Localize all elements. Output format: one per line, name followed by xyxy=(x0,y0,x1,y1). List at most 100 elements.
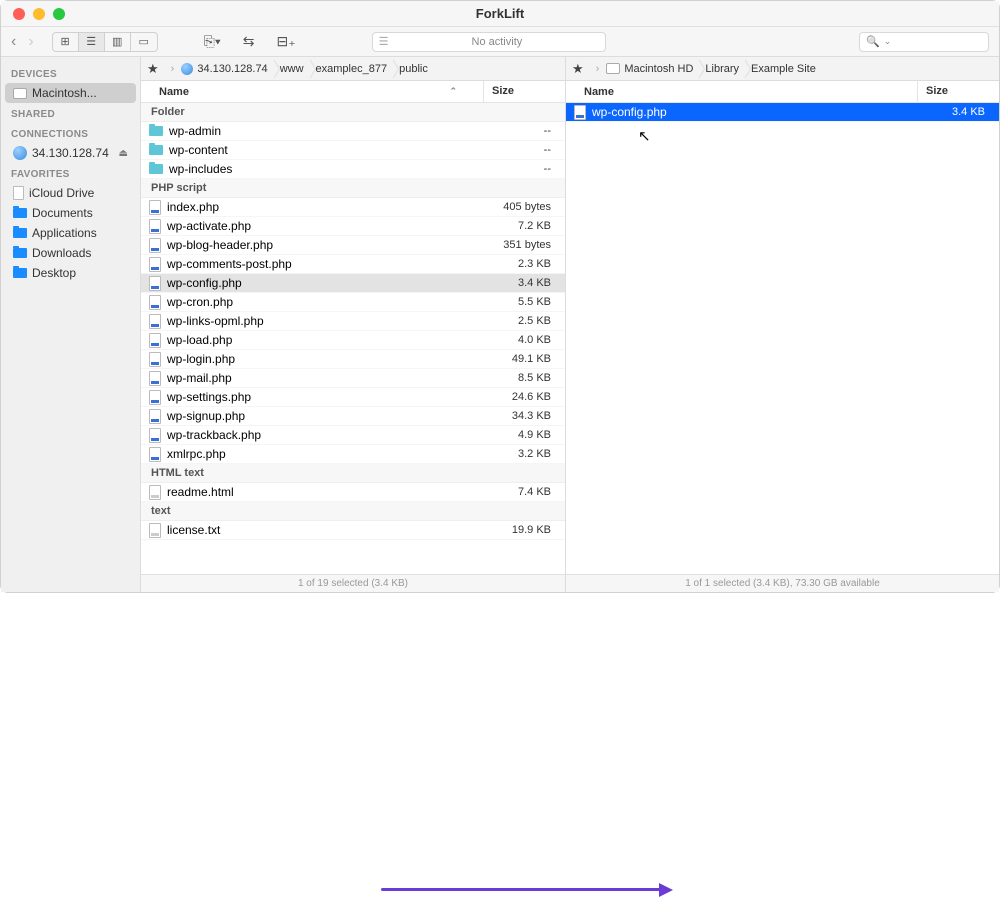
search-input[interactable]: ⌄ xyxy=(859,32,989,52)
file-row[interactable]: wp-cron.php5.5 KB xyxy=(141,293,565,312)
file-row[interactable]: wp-includes-- xyxy=(141,160,565,179)
view-switcher[interactable]: ⊞ ☰ ▥ ▭ xyxy=(52,32,158,52)
file-name: readme.html xyxy=(167,485,234,499)
file-name: index.php xyxy=(167,200,219,214)
file-row[interactable]: wp-admin-- xyxy=(141,122,565,141)
breadcrumb-label: Macintosh HD xyxy=(624,63,693,75)
file-name: wp-admin xyxy=(169,124,221,138)
file-size: 19.9 KB xyxy=(481,524,557,536)
forward-button[interactable]: › xyxy=(28,33,33,51)
sidebar-item-label: Applications xyxy=(32,226,97,240)
file-icon xyxy=(149,314,161,329)
minimize-window-button[interactable] xyxy=(33,8,45,20)
toolbar: ‹ › ⊞ ☰ ▥ ▭ ⎘▾ ⇆ ⊟₊ ☰ No activity ⌄ xyxy=(1,27,999,57)
eject-icon[interactable]: ⏏ xyxy=(119,148,128,159)
sidebar-item[interactable]: Downloads xyxy=(5,243,136,263)
close-window-button[interactable] xyxy=(13,8,25,20)
disk-icon xyxy=(13,86,27,100)
favorite-star-icon[interactable]: ★ xyxy=(141,61,165,77)
folder-icon xyxy=(13,268,27,278)
file-icon xyxy=(149,523,161,538)
file-icon xyxy=(149,485,161,500)
file-row[interactable]: wp-login.php49.1 KB xyxy=(141,350,565,369)
file-icon xyxy=(149,238,161,253)
action-menu-button[interactable]: ⎘▾ xyxy=(198,33,227,50)
file-row[interactable]: index.php 405 bytes xyxy=(141,198,565,217)
breadcrumb-item[interactable]: ›Macintosh HD xyxy=(590,57,700,80)
file-size: 49.1 KB xyxy=(481,353,557,365)
folder-icon xyxy=(13,248,27,258)
file-size: 3.2 KB xyxy=(481,448,557,460)
right-column-header[interactable]: Name Size xyxy=(566,81,999,103)
sync-button[interactable]: ⇆ xyxy=(237,33,261,50)
file-row[interactable]: wp-comments-post.php2.3 KB xyxy=(141,255,565,274)
file-size: 405 bytes xyxy=(481,201,557,213)
breadcrumb-item[interactable]: Example Site xyxy=(745,57,822,80)
sidebar-item[interactable]: Applications xyxy=(5,223,136,243)
list-view-button[interactable]: ☰ xyxy=(79,33,105,51)
name-column-header[interactable]: Name⌃ xyxy=(141,81,483,102)
back-button[interactable]: ‹ xyxy=(11,33,16,51)
sidebar-item[interactable]: iCloud Drive xyxy=(5,183,136,203)
file-row[interactable]: wp-signup.php34.3 KB xyxy=(141,407,565,426)
file-row[interactable]: license.txt19.9 KB xyxy=(141,521,565,540)
sort-caret-icon: ⌃ xyxy=(449,86,457,97)
file-name: wp-blog-header.php xyxy=(167,238,273,252)
name-column-header[interactable]: Name xyxy=(566,81,917,102)
sidebar-item[interactable]: Documents xyxy=(5,203,136,223)
left-breadcrumb: ★ ›34.130.128.74wwwexamplec_877 public xyxy=(141,57,565,81)
sidebar-item[interactable]: 34.130.128.74⏏ xyxy=(5,143,136,163)
file-icon xyxy=(149,200,161,215)
column-view-button[interactable]: ▥ xyxy=(105,33,131,51)
titlebar: ForkLift xyxy=(1,1,999,27)
file-row[interactable]: wp-activate.php7.2 KB xyxy=(141,217,565,236)
favorite-star-icon[interactable]: ★ xyxy=(566,61,590,77)
file-row[interactable]: wp-mail.php8.5 KB xyxy=(141,369,565,388)
right-file-list[interactable]: wp-config.php3.4 KB xyxy=(566,103,999,574)
file-row[interactable]: readme.html7.4 KB xyxy=(141,483,565,502)
file-row[interactable]: xmlrpc.php3.2 KB xyxy=(141,445,565,464)
group-header: HTML text xyxy=(141,464,565,483)
file-row[interactable]: wp-config.php3.4 KB xyxy=(566,103,999,122)
breadcrumb-label: public xyxy=(399,63,428,75)
gallery-view-button[interactable]: ▭ xyxy=(131,33,157,51)
folder-icon xyxy=(13,228,27,238)
file-icon xyxy=(149,219,161,234)
sidebar-section-header: CONNECTIONS xyxy=(1,123,140,143)
sidebar-item[interactable]: Desktop xyxy=(5,263,136,283)
file-size: 4.9 KB xyxy=(481,429,557,441)
file-row[interactable]: wp-config.php3.4 KB xyxy=(141,274,565,293)
sidebar-item[interactable]: Macintosh... xyxy=(5,83,136,103)
file-size: 3.4 KB xyxy=(481,277,557,289)
breadcrumb-item[interactable]: ›34.130.128.74 xyxy=(165,57,274,80)
file-name: wp-load.php xyxy=(167,333,232,347)
breadcrumb-label: Library xyxy=(705,63,739,75)
file-row[interactable]: wp-blog-header.php351 bytes xyxy=(141,236,565,255)
file-icon xyxy=(574,105,586,120)
file-row[interactable]: wp-content-- xyxy=(141,141,565,160)
activity-text: No activity xyxy=(472,36,523,48)
sidebar-section-header: FAVORITES xyxy=(1,163,140,183)
document-icon xyxy=(13,186,24,200)
size-column-header[interactable]: Size xyxy=(917,81,999,102)
file-row[interactable]: wp-links-opml.php2.5 KB xyxy=(141,312,565,331)
breadcrumb-item[interactable]: examplec_877 xyxy=(310,57,394,80)
file-row[interactable]: wp-trackback.php4.9 KB xyxy=(141,426,565,445)
file-name: wp-comments-post.php xyxy=(167,257,292,271)
sidebar-item-label: Macintosh... xyxy=(32,86,97,100)
left-column-header[interactable]: Name⌃ Size xyxy=(141,81,565,103)
left-file-list[interactable]: Folderwp-admin--wp-content--wp-includes-… xyxy=(141,103,565,574)
icon-view-button[interactable]: ⊞ xyxy=(53,33,79,51)
file-row[interactable]: wp-settings.php24.6 KB xyxy=(141,388,565,407)
breadcrumb-item[interactable]: public xyxy=(393,57,434,80)
window-title: ForkLift xyxy=(1,6,999,21)
size-column-header[interactable]: Size xyxy=(483,81,565,102)
group-header: text xyxy=(141,502,565,521)
right-status-bar: 1 of 1 selected (3.4 KB), 73.30 GB avail… xyxy=(566,574,999,592)
file-name: wp-signup.php xyxy=(167,409,245,423)
zoom-window-button[interactable] xyxy=(53,8,65,20)
breadcrumb-item[interactable]: Library xyxy=(699,57,745,80)
file-row[interactable]: wp-load.php4.0 KB xyxy=(141,331,565,350)
breadcrumb-item[interactable]: www xyxy=(274,57,310,80)
queue-button[interactable]: ⊟₊ xyxy=(270,33,301,50)
